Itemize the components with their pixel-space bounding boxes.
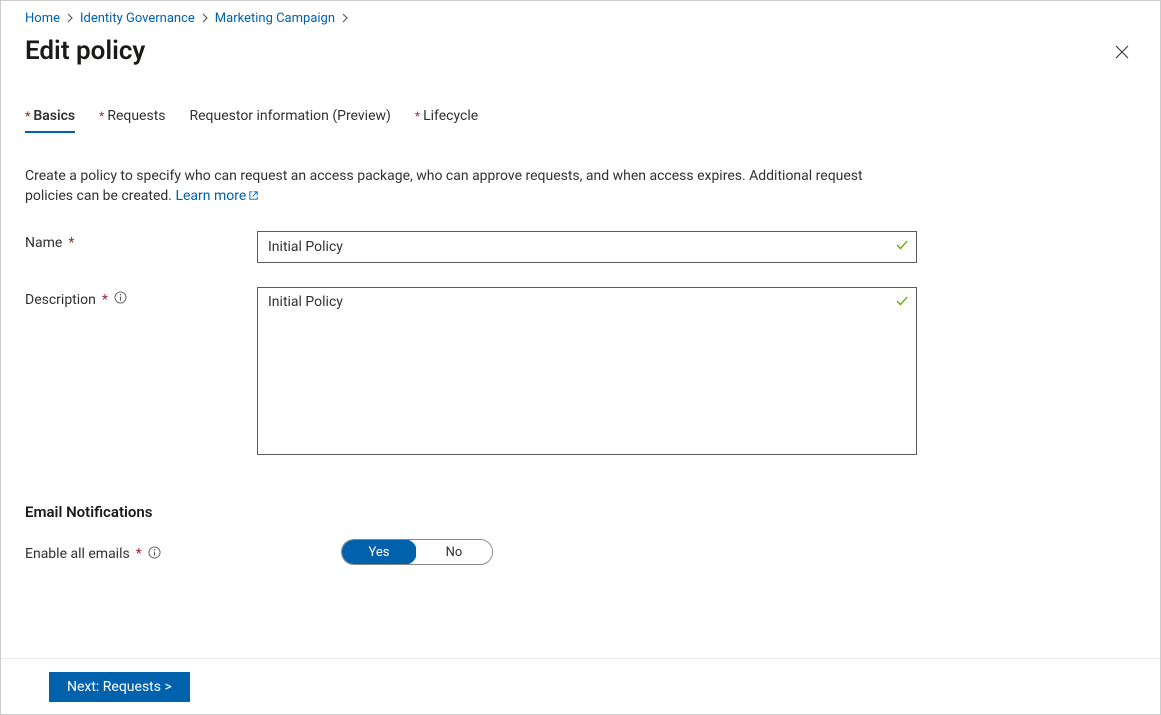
page-header: Edit policy — [1, 26, 1160, 66]
tab-label: Requests — [107, 108, 165, 124]
external-link-icon — [248, 187, 259, 207]
required-star-icon: * — [25, 110, 30, 122]
breadcrumb-identity-governance[interactable]: Identity Governance — [80, 11, 195, 26]
email-notifications-heading: Email Notifications — [25, 503, 1136, 521]
enable-emails-label: Enable all emails * — [25, 542, 341, 563]
checkmark-icon — [895, 238, 909, 256]
required-star-icon: * — [68, 235, 74, 251]
close-icon — [1114, 44, 1130, 60]
page-frame: Home Identity Governance Marketing Campa… — [0, 0, 1161, 715]
tab-requests[interactable]: * Requests — [99, 108, 165, 132]
breadcrumb-marketing-campaign[interactable]: Marketing Campaign — [215, 11, 335, 26]
tab-requestor-info[interactable]: Requestor information (Preview) — [190, 108, 391, 132]
name-label: Name * — [25, 231, 257, 251]
tab-content: Create a policy to specify who can reque… — [1, 132, 1160, 565]
next-button[interactable]: Next: Requests > — [49, 672, 190, 702]
chevron-right-icon — [201, 12, 209, 26]
tab-label: Requestor information (Preview) — [190, 108, 391, 124]
tabs: * Basics * Requests Requestor informatio… — [1, 66, 1160, 132]
chevron-right-icon — [66, 12, 74, 26]
form-row-name: Name * — [25, 231, 1136, 263]
breadcrumb: Home Identity Governance Marketing Campa… — [1, 1, 1160, 26]
toggle-option-no[interactable]: No — [416, 540, 492, 564]
tab-label: Lifecycle — [423, 108, 478, 124]
tab-basics[interactable]: * Basics — [25, 108, 75, 132]
page-title: Edit policy — [25, 36, 145, 66]
info-icon[interactable] — [148, 546, 161, 563]
name-input[interactable] — [257, 231, 917, 263]
description-field-wrap — [257, 287, 917, 459]
tab-lifecycle[interactable]: * Lifecycle — [415, 108, 478, 132]
required-star-icon: * — [136, 546, 142, 562]
learn-more-link[interactable]: Learn more — [175, 188, 259, 204]
breadcrumb-home[interactable]: Home — [25, 11, 60, 26]
intro-text: Create a policy to specify who can reque… — [25, 166, 895, 207]
required-star-icon: * — [415, 110, 420, 122]
close-button[interactable] — [1108, 38, 1136, 66]
form-row-enable-emails: Enable all emails * Yes No — [25, 539, 1136, 565]
required-star-icon: * — [99, 110, 104, 122]
enable-emails-toggle[interactable]: Yes No — [341, 539, 493, 565]
footer-bar: Next: Requests > — [1, 658, 1160, 714]
checkmark-icon — [895, 294, 909, 312]
name-field-wrap — [257, 231, 917, 263]
required-star-icon: * — [102, 292, 108, 308]
toggle-option-yes[interactable]: Yes — [341, 539, 417, 565]
tab-label: Basics — [33, 108, 75, 124]
description-label: Description * — [25, 287, 257, 308]
description-input[interactable] — [257, 287, 917, 455]
info-icon[interactable] — [114, 291, 127, 308]
chevron-right-icon — [341, 12, 349, 26]
form-row-description: Description * — [25, 287, 1136, 459]
